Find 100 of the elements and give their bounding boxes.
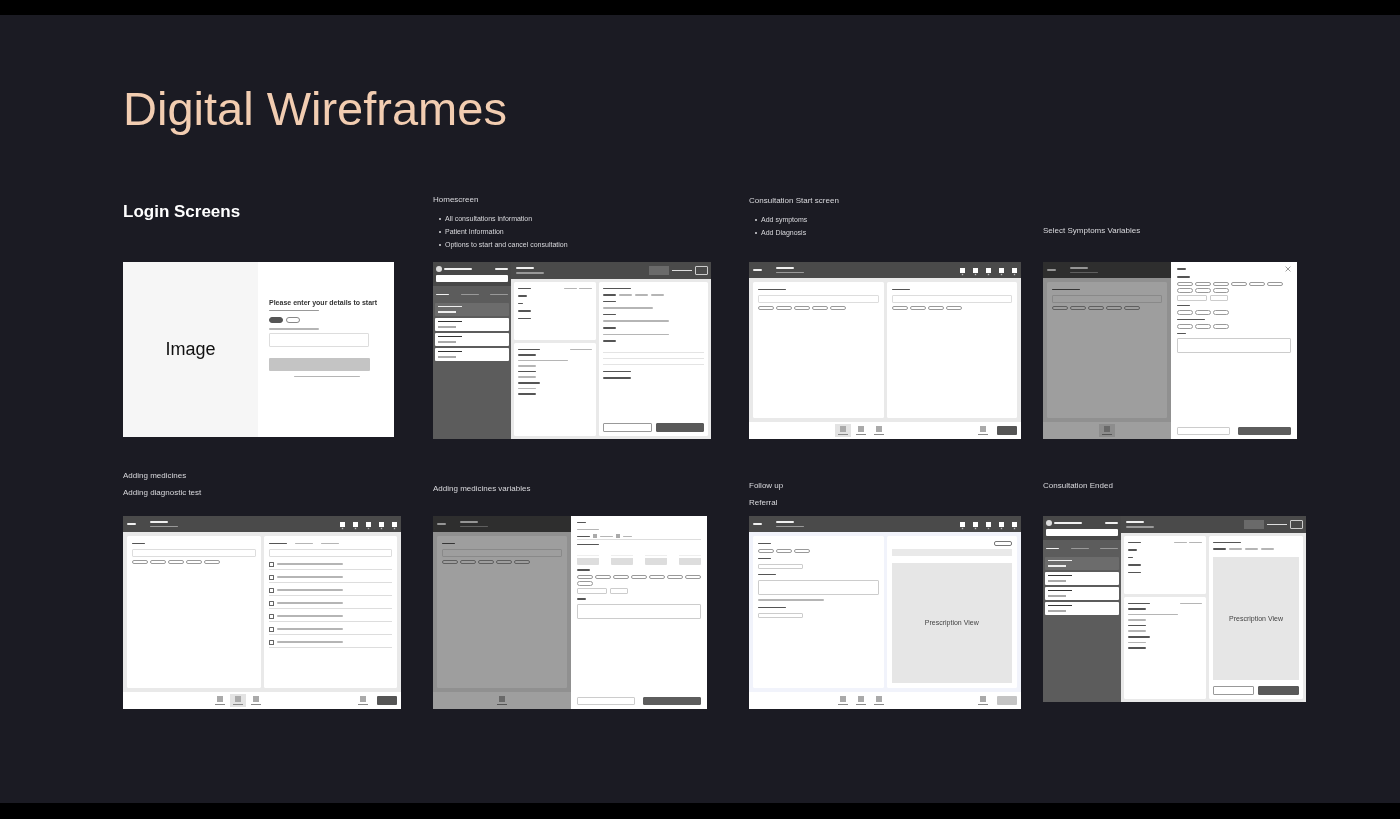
toolbar-button[interactable]: [999, 521, 1004, 527]
chip[interactable]: [204, 559, 220, 565]
chip[interactable]: [442, 559, 458, 565]
patient-card[interactable]: [1045, 601, 1119, 615]
toolbar-button[interactable]: [986, 521, 991, 527]
chip[interactable]: [1213, 288, 1229, 293]
preview-button[interactable]: [975, 694, 991, 707]
chip[interactable]: [758, 305, 774, 311]
nav-tab[interactable]: [853, 694, 869, 707]
patient-card[interactable]: [435, 347, 509, 361]
checkbox[interactable]: [268, 574, 274, 580]
chip[interactable]: [577, 581, 593, 586]
toolbar-button[interactable]: [353, 521, 358, 527]
phone-field[interactable]: [269, 333, 369, 348]
notes-field[interactable]: [577, 603, 701, 619]
patient-card[interactable]: [1045, 586, 1119, 600]
toolbar-button[interactable]: [999, 267, 1004, 273]
chip[interactable]: [927, 305, 944, 311]
checkbox[interactable]: [268, 587, 274, 593]
preview-button[interactable]: [355, 694, 371, 707]
chip[interactable]: [909, 305, 926, 311]
chip[interactable]: [776, 305, 792, 311]
chip[interactable]: [667, 574, 683, 580]
method-toggle[interactable]: [269, 316, 283, 323]
save-template-button[interactable]: [994, 541, 1012, 546]
search-field[interactable]: [436, 275, 508, 282]
chip[interactable]: [830, 305, 846, 311]
patient-card[interactable]: [1045, 571, 1119, 585]
chip[interactable]: [1195, 288, 1211, 293]
checkbox[interactable]: [268, 600, 274, 606]
chip[interactable]: [1231, 281, 1247, 287]
search-field[interactable]: [1046, 529, 1118, 536]
nav-tab[interactable]: [835, 694, 851, 707]
chip[interactable]: [1106, 305, 1122, 311]
nav-tab[interactable]: [853, 424, 869, 437]
instructions-field[interactable]: [268, 548, 392, 557]
chip[interactable]: [758, 548, 774, 554]
chip[interactable]: [631, 574, 647, 580]
nav-tab[interactable]: [212, 694, 228, 707]
chip[interactable]: [150, 559, 166, 565]
search-field[interactable]: [758, 294, 879, 303]
chip[interactable]: [1052, 305, 1068, 311]
chip[interactable]: [1177, 288, 1193, 293]
chip[interactable]: [1177, 310, 1193, 315]
nav-tab[interactable]: [230, 694, 246, 707]
nav-tab[interactable]: [871, 424, 887, 437]
toolbar-button[interactable]: [986, 267, 991, 273]
chip[interactable]: [1213, 281, 1229, 287]
patient-card[interactable]: [435, 302, 509, 316]
toolbar-button[interactable]: [366, 521, 371, 527]
chip[interactable]: [1267, 281, 1283, 287]
consultation-type-dropdown[interactable]: [758, 612, 803, 619]
chip[interactable]: [1213, 310, 1229, 315]
nav-tab[interactable]: [835, 424, 851, 437]
number-field[interactable]: [1177, 295, 1207, 301]
notes-field[interactable]: [1177, 338, 1291, 354]
chip[interactable]: [649, 574, 665, 580]
close-icon[interactable]: [1285, 266, 1291, 272]
method-toggle[interactable]: [286, 316, 300, 323]
toolbar-button[interactable]: [960, 267, 965, 273]
toolbar-button[interactable]: [973, 267, 978, 273]
chip[interactable]: [1195, 324, 1211, 329]
print-button[interactable]: [1213, 686, 1254, 695]
print-button[interactable]: [603, 423, 652, 432]
chip[interactable]: [613, 574, 629, 580]
chip[interactable]: [132, 559, 148, 565]
chip[interactable]: [168, 559, 184, 565]
start-button[interactable]: [649, 266, 669, 275]
nav-tab[interactable]: [871, 694, 887, 707]
chip[interactable]: [794, 305, 810, 311]
chip[interactable]: [186, 559, 202, 565]
notes-field[interactable]: [758, 579, 879, 595]
chip[interactable]: [1177, 281, 1193, 287]
chip[interactable]: [891, 305, 908, 311]
number-field[interactable]: [577, 588, 607, 594]
checkbox[interactable]: [268, 639, 274, 645]
chip[interactable]: [1195, 310, 1211, 315]
chip[interactable]: [794, 548, 810, 554]
checkbox[interactable]: [268, 561, 274, 567]
nav-tab[interactable]: [1099, 424, 1115, 437]
preview-button[interactable]: [975, 424, 991, 437]
patient-card[interactable]: [1045, 556, 1119, 570]
reset-button[interactable]: [577, 697, 635, 705]
toolbar-button[interactable]: [973, 521, 978, 527]
chip[interactable]: [1088, 305, 1104, 311]
chip[interactable]: [514, 559, 530, 565]
toolbar-button[interactable]: [392, 521, 397, 527]
search-field[interactable]: [891, 294, 1012, 303]
unit-dropdown[interactable]: [610, 588, 628, 594]
chip[interactable]: [776, 548, 792, 554]
search-field[interactable]: [132, 548, 256, 557]
toolbar-button[interactable]: [340, 521, 345, 527]
patient-card[interactable]: [435, 332, 509, 346]
chip[interactable]: [577, 574, 593, 580]
checkbox[interactable]: [268, 613, 274, 619]
nav-tab[interactable]: [494, 694, 510, 707]
toolbar-button[interactable]: [1012, 267, 1017, 273]
reset-button[interactable]: [1177, 427, 1230, 435]
chip[interactable]: [1249, 281, 1265, 287]
chip[interactable]: [685, 574, 701, 580]
